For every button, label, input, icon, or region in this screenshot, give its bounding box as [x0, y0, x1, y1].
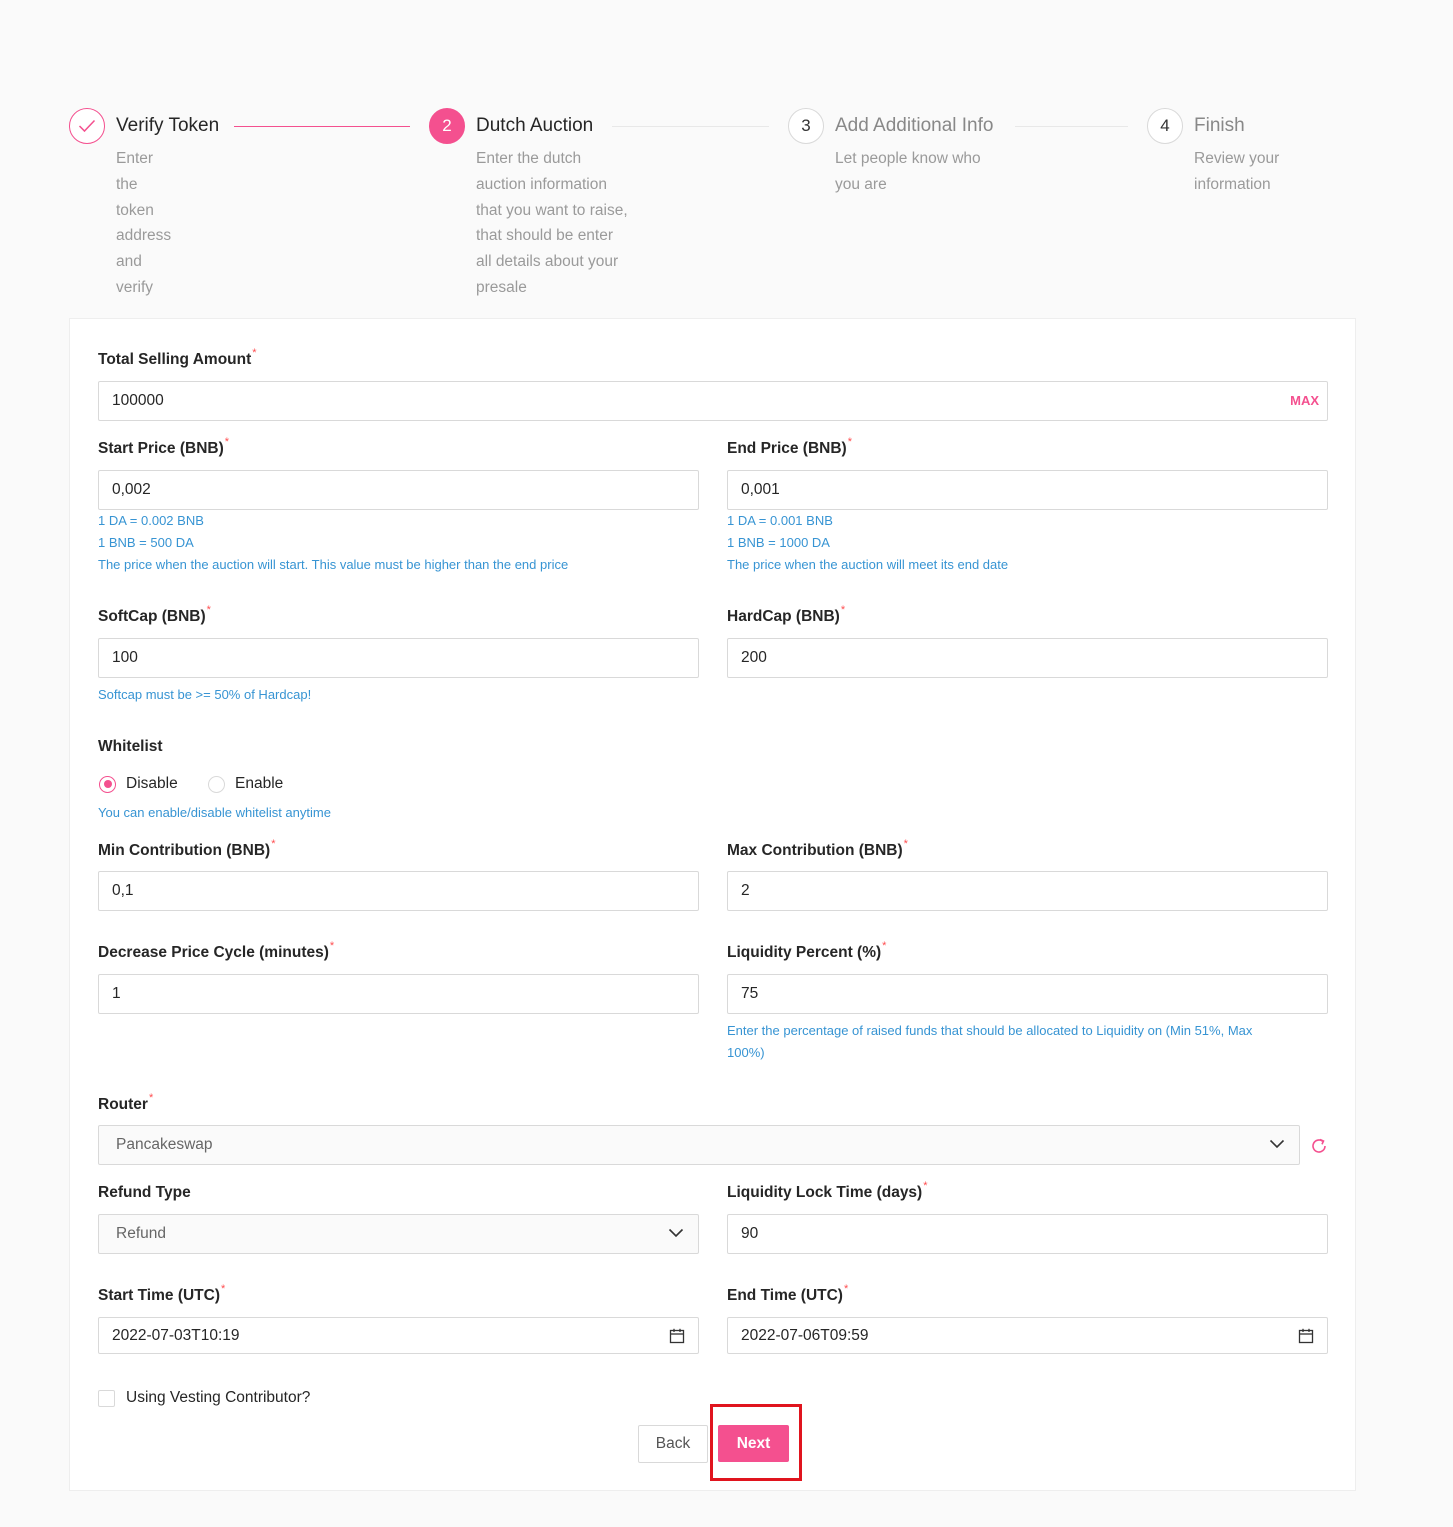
back-button[interactable]: Back — [638, 1425, 708, 1463]
vesting-checkbox[interactable]: Using Vesting Contributor? — [98, 1389, 310, 1407]
total-selling-input[interactable]: 100000 MAX — [98, 381, 1328, 421]
step-number: 3 — [788, 108, 824, 144]
step-number: 4 — [1147, 108, 1183, 144]
start-price-label: Start Price (BNB)* — [98, 436, 230, 457]
step-description: Let people know who you are — [835, 150, 981, 193]
liquidity-lock-input[interactable]: 90 — [727, 1214, 1328, 1254]
whitelist-disable-radio[interactable]: Disable — [99, 775, 178, 793]
dutch-auction-form: Total Selling Amount* 100000 MAX Start P… — [69, 318, 1356, 1491]
step-description: Enter the dutch auction information that … — [476, 150, 628, 296]
end-price-label: End Price (BNB)* — [727, 436, 852, 457]
hardcap-label: HardCap (BNB)* — [727, 604, 846, 625]
min-contribution-label: Min Contribution (BNB)* — [98, 838, 276, 859]
start-time-input[interactable]: 2022-07-03T10:19 — [98, 1317, 699, 1354]
end-price-input[interactable]: 0,001 — [727, 470, 1328, 510]
steps-bar: Verify Token Enter the token address and … — [69, 108, 1369, 308]
liquidity-percent-label: Liquidity Percent (%)* — [727, 940, 887, 961]
step-description: Review your information — [1194, 150, 1280, 193]
softcap-input[interactable]: 100 — [98, 638, 699, 678]
step-connector — [234, 126, 410, 127]
end-price-hint: 1 DA = 0.001 BNB 1 BNB = 1000 DA The price… — [727, 513, 1009, 572]
step-1-check-icon — [69, 108, 105, 144]
step-title: Dutch Auction — [476, 115, 594, 136]
whitelist-enable-radio[interactable]: Enable — [208, 775, 283, 793]
hardcap-input[interactable]: 200 — [727, 638, 1328, 678]
max-contribution-label: Max Contribution (BNB)* — [727, 838, 908, 859]
radio-unchecked-icon — [208, 775, 225, 793]
max-contribution-input[interactable]: 2 — [727, 871, 1328, 911]
chevron-down-icon — [1269, 1139, 1285, 1149]
step-number: 2 — [429, 108, 465, 144]
step-title: Finish — [1194, 115, 1245, 136]
step-title: Verify Token — [116, 115, 220, 136]
min-contribution-input[interactable]: 0,1 — [98, 871, 699, 911]
liquidity-percent-input[interactable]: 75 — [727, 974, 1328, 1014]
start-price-input[interactable]: 0,002 — [98, 470, 699, 510]
softcap-label: SoftCap (BNB)* — [98, 604, 211, 625]
start-time-label: Start Time (UTC)* — [98, 1283, 226, 1304]
liquidity-percent-hint: Enter the percentage of raised funds tha… — [727, 1023, 1253, 1060]
refund-type-select[interactable]: Refund — [98, 1214, 699, 1254]
calendar-icon[interactable] — [669, 1328, 685, 1344]
calendar-icon[interactable] — [1298, 1328, 1314, 1344]
step-connector — [612, 126, 769, 127]
max-button[interactable]: MAX — [1290, 382, 1319, 420]
router-label: Router* — [98, 1092, 154, 1113]
next-button-highlight — [710, 1404, 802, 1481]
decrease-cycle-label: Decrease Price Cycle (minutes)* — [98, 940, 335, 961]
refresh-icon[interactable] — [1310, 1137, 1328, 1155]
liquidity-lock-label: Liquidity Lock Time (days)* — [727, 1180, 928, 1201]
step-connector — [1015, 126, 1128, 127]
step-description: Enter the token address and verify — [116, 150, 172, 296]
decrease-cycle-input[interactable]: 1 — [98, 974, 699, 1014]
step-title: Add Additional Info — [835, 115, 994, 136]
router-select[interactable]: Pancakeswap — [98, 1125, 1300, 1165]
end-time-input[interactable]: 2022-07-06T09:59 — [727, 1317, 1328, 1354]
whitelist-hint: You can enable/disable whitelist anytime — [98, 805, 331, 820]
start-price-hint: 1 DA = 0.002 BNB 1 BNB = 500 DA The price … — [98, 513, 569, 572]
radio-checked-icon — [99, 775, 116, 793]
refund-type-label: Refund Type — [98, 1184, 191, 1201]
whitelist-label: Whitelist — [98, 738, 163, 755]
end-time-label: End Time (UTC)* — [727, 1283, 849, 1304]
softcap-hint: Softcap must be >= 50% of Hardcap! — [98, 687, 312, 702]
total-selling-label: Total Selling Amount* — [98, 347, 257, 368]
checkbox-unchecked-icon — [98, 1389, 115, 1407]
chevron-down-icon — [668, 1228, 684, 1238]
